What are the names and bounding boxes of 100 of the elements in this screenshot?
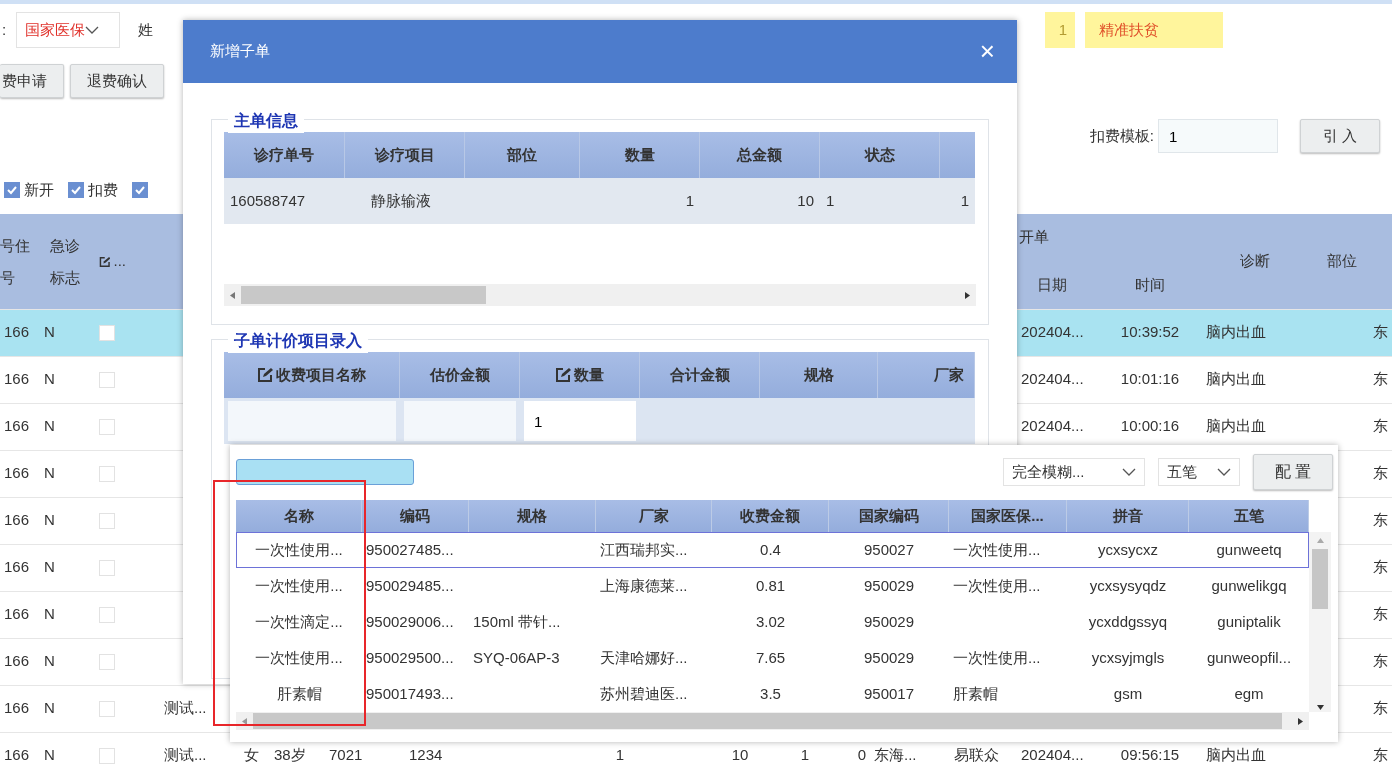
table-cell-text: ycxsycxz (1097, 539, 1159, 560)
table-cell-text: gsm (1112, 683, 1144, 704)
checkbox-label: 扣费 (88, 179, 118, 200)
table-cell-text: 测试... (163, 745, 208, 766)
table-cell-text: 166 (3, 510, 31, 531)
table-cell-text: gunweopfil... (1205, 647, 1293, 668)
table-cell-text: 东海... (873, 745, 918, 766)
table-cell-text: 166 (3, 416, 31, 437)
table-cell-text: 一次性使用... (254, 539, 344, 560)
column-header: 厂家 (596, 500, 712, 532)
table-cell-text: 脑内出血 (1205, 322, 1267, 343)
column-header: 急诊标志 (50, 235, 80, 288)
table-cell-text: 950017 (862, 683, 916, 704)
column-header: 数量 (574, 364, 604, 385)
column-header: 诊断 (1240, 251, 1270, 272)
table-cell-text: 950029 (862, 575, 916, 596)
table-cell-text: 1 (684, 190, 695, 211)
table-cell-text: guniptalik (1216, 611, 1282, 632)
table-cell-text: 0.81 (754, 575, 787, 596)
table-cell-text: 天津哈娜好... (599, 647, 689, 668)
column-header: 规格 (803, 364, 834, 385)
table-cell-text: egm (1233, 683, 1265, 704)
table-cell-text: N (43, 510, 56, 531)
table-cell-text: 易联众 (953, 745, 1000, 766)
column-header: 厂家 (934, 364, 964, 385)
table-cell-text: gunweetq (1215, 539, 1283, 560)
column-header: 编码 (362, 500, 469, 532)
table-cell-text: 1 (799, 745, 811, 766)
column-header: 时间 (1135, 274, 1165, 295)
column-header: 五笔 (1189, 500, 1309, 532)
table-cell-text: 1 (614, 745, 626, 766)
column-header: 国家医保... (949, 500, 1067, 532)
table-cell-text: 166 (3, 698, 31, 719)
table-cell-text: 950027 (862, 539, 916, 560)
table-cell-text: N (43, 604, 56, 625)
table-cell-text: ycxddgssyq (1087, 611, 1169, 632)
column-header: 名称 (236, 500, 362, 532)
column-header: 估价金额 (429, 364, 490, 385)
table-cell-text: 东 (1373, 369, 1389, 390)
table-cell-text: 脑内出血 (1205, 745, 1267, 766)
table-cell-text: 上海康德莱... (599, 575, 689, 596)
table-cell-text: 一次性使用... (952, 575, 1042, 596)
table-cell-text: 166 (3, 651, 31, 672)
table-cell-text: N (43, 416, 56, 437)
type-label: : (2, 19, 7, 40)
table-cell-text: 一次性使用... (254, 575, 344, 596)
table-cell-text: 0 (856, 745, 867, 766)
table-cell-text: 东 (1373, 651, 1389, 672)
table-cell-text: 10:00:16 (1119, 416, 1181, 437)
table-cell-text: 166 (3, 322, 31, 343)
table-cell-text: 江西瑞邦实... (599, 539, 689, 560)
table-cell-text: 10:01:16 (1119, 369, 1181, 390)
table-cell-text: 一次性滴定... (254, 611, 344, 632)
table-cell-text: 202404... (1020, 416, 1085, 437)
status-tag: 1 (1045, 12, 1076, 48)
table-cell-text: SYQ-06AP-3 (472, 647, 561, 668)
table-cell-text: N (43, 557, 56, 578)
table-cell-text: 东 (1373, 557, 1389, 578)
table-cell-text: N (43, 745, 56, 766)
table-cell-text: N (43, 698, 56, 719)
table-cell-text: 202404... (1020, 322, 1085, 343)
table-cell-text: 一次性使用... (952, 539, 1042, 560)
table-cell-text: 166 (3, 557, 31, 578)
table-cell-text: 7.65 (754, 647, 787, 668)
table-cell-text: 3.5 (759, 683, 782, 704)
table-cell-text: N (43, 369, 56, 390)
table-cell-text: 静脉输液 (370, 190, 432, 211)
table-cell-text: 肝素帽 (952, 683, 999, 704)
column-header: 国家编码 (829, 500, 949, 532)
column-header: 号住号 (0, 235, 30, 288)
template-label: 扣费模板: (1089, 125, 1154, 146)
table-cell-text: 160588747 (229, 190, 307, 211)
table-cell-text: 东 (1373, 322, 1389, 343)
table-cell-text: 脑内出血 (1205, 416, 1267, 437)
column-header: 部位 (1326, 251, 1357, 272)
table-cell-text: 950029006... (365, 611, 455, 632)
dialog-title: 新增子单 (210, 41, 270, 62)
table-cell-text: 东 (1373, 463, 1389, 484)
table-cell-text: 166 (3, 463, 31, 484)
table-cell-text: 10 (730, 745, 750, 766)
column-header: 开单 (1019, 227, 1049, 248)
table-cell-text: ycxsysyqdz (1088, 575, 1168, 596)
table-cell-text: 950027485... (365, 539, 455, 560)
table-cell-text: 肝素帽 (275, 683, 323, 704)
table-cell-text: 东 (1373, 698, 1389, 719)
table-cell-text: 一次性使用... (254, 647, 344, 668)
table-cell-text: N (43, 322, 56, 343)
table-cell-text: 950029 (862, 611, 916, 632)
table-cell-text: 女 (243, 745, 260, 766)
table-cell-text: 202404... (1020, 745, 1085, 766)
table-cell-text: 38岁 (273, 745, 307, 766)
section-legend: 主单信息 (228, 109, 304, 133)
table-cell-text: 脑内出血 (1205, 369, 1267, 390)
table-cell-text: 166 (3, 745, 31, 766)
table-cell-text: 950017493... (365, 683, 455, 704)
column-header: 拼音 (1067, 500, 1189, 532)
table-cell-text: 0.4 (759, 539, 782, 560)
table-cell-text: 7021 (328, 745, 364, 766)
table-cell-text: 09:56:15 (1119, 745, 1181, 766)
table-cell-text: 测试... (163, 698, 208, 719)
